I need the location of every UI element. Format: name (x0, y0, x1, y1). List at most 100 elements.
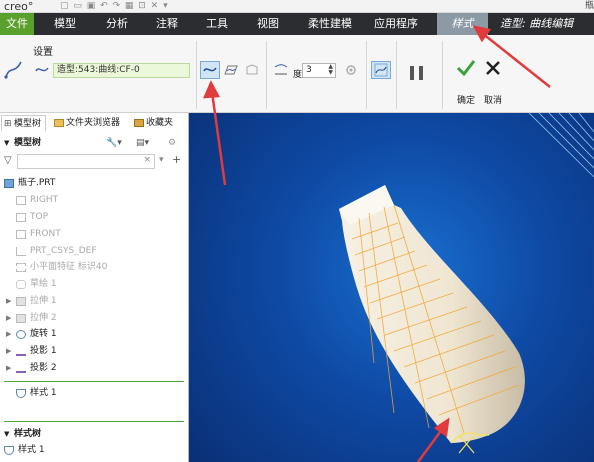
window-title: 瓶 (584, 1, 594, 11)
style-tree-title: 样式树 (14, 429, 42, 439)
divider (396, 41, 397, 109)
add-filter-icon[interactable]: + (172, 153, 181, 166)
search-options-icon[interactable]: ▾ (159, 155, 164, 165)
bottle-model (339, 113, 594, 454)
expand-icon[interactable]: ▶ (6, 326, 11, 343)
tree-item-front[interactable]: FRONT (0, 226, 188, 243)
divider (266, 41, 267, 109)
tab-folder-browser[interactable]: 文件夹浏览器 (52, 115, 128, 131)
tree-item-sketch[interactable]: 草绘 1 (0, 276, 188, 293)
tree-item-project-2[interactable]: ▶ 投影 2 (0, 360, 188, 377)
tree-search-input[interactable]: × (17, 154, 155, 169)
tree-filter-settings-icon[interactable]: ⚙ (168, 135, 176, 151)
ribbon: 设置 造型:543:曲线:CF-0 度 3 ▲▼ 确定 取消 参考 点 相切 (0, 35, 594, 148)
pause-icon (410, 66, 423, 80)
planar-curve-button[interactable] (221, 61, 241, 79)
degree-icon (274, 64, 288, 76)
tab-model-tree[interactable]: ⊞ 模型树 (1, 115, 46, 131)
tree-item-label: 旋转 1 (30, 329, 57, 339)
tab-tools[interactable]: 工具 (196, 13, 238, 35)
quick-access-toolbar[interactable]: ▢ ▭ ▣ ↶ ↷ ▦ ⊡ ✕ ▾ (60, 1, 169, 11)
tree-item-top[interactable]: TOP (0, 209, 188, 226)
tree-item-facet[interactable]: 小平面特征 标识40 (0, 259, 188, 276)
cos-curve-icon (246, 64, 258, 75)
project-curve-icon (16, 364, 26, 373)
revolve-icon (16, 330, 26, 339)
collapse-icon[interactable]: ▼ (4, 135, 9, 151)
creo-logo: creo° (4, 0, 34, 13)
tab-view[interactable]: 视图 (247, 13, 289, 35)
divider (442, 41, 443, 109)
folder-icon (54, 119, 64, 127)
expand-icon[interactable]: ▶ (6, 343, 11, 360)
tab-model[interactable]: 模型 (44, 13, 86, 35)
csys-icon (16, 247, 26, 256)
expand-icon[interactable]: ▶ (6, 310, 11, 327)
expand-icon[interactable]: ▶ (6, 360, 11, 377)
insert-here-line (4, 381, 184, 382)
close-icon (486, 61, 500, 75)
tab-flexible-modeling[interactable]: 柔性建模 (302, 13, 358, 35)
collapse-icon[interactable]: ▼ (4, 426, 9, 442)
settings-label: 设置 (33, 47, 53, 58)
expand-icon[interactable]: ▶ (6, 293, 11, 310)
tree-item-label: 样式 1 (30, 388, 57, 398)
tab-style[interactable]: 样式 (437, 13, 488, 35)
tree-item-right[interactable]: RIGHT (0, 192, 188, 209)
tree-columns-icon[interactable]: ▤▾ (136, 135, 149, 151)
style-feature-icon (4, 446, 14, 455)
style-tree-header[interactable]: ▼ 样式树 (0, 426, 188, 442)
panel-divider (4, 421, 184, 422)
tab-analysis[interactable]: 分析 (96, 13, 138, 35)
graphics-viewport[interactable] (189, 113, 594, 462)
tree-item-label: 草绘 1 (30, 279, 57, 289)
extrude-icon (16, 314, 26, 323)
spinner-arrows-icon[interactable]: ▲ ▼ (328, 64, 333, 76)
tree-settings-icon[interactable]: 🔧▾ (106, 135, 122, 151)
datum-plane-icon (16, 213, 26, 222)
checkmark-icon (456, 60, 476, 77)
point-settings-button[interactable] (341, 61, 361, 79)
tab-favorites-label: 收藏夹 (146, 118, 174, 128)
style-tree-item[interactable]: 样式 1 (0, 442, 188, 459)
free-curve-icon (203, 67, 217, 72)
tree-item-label: TOP (30, 212, 49, 222)
tree-item-csys[interactable]: PRT_CSYS_DEF (0, 243, 188, 260)
tree-item-project-1[interactable]: ▶ 投影 1 (0, 343, 188, 360)
tree-item-style[interactable]: 样式 1 (0, 385, 188, 402)
curvature-analysis-button[interactable] (371, 61, 391, 79)
cancel-button[interactable] (475, 57, 511, 97)
tree-root[interactable]: 瓶子.PRT (0, 175, 188, 192)
pause-button[interactable] (408, 65, 426, 81)
degree-spinner[interactable]: 3 ▲ ▼ (302, 63, 336, 78)
tab-applications[interactable]: 应用程序 (368, 13, 424, 35)
filter-icon[interactable]: ▽ (4, 155, 12, 166)
tree-item-label: 投影 1 (30, 346, 57, 356)
clear-search-icon[interactable]: × (143, 155, 151, 165)
title-bar: creo° ▢ ▭ ▣ ↶ ↷ ▦ ⊡ ✕ ▾ 瓶 (0, 0, 594, 13)
tree-root-label: 瓶子.PRT (18, 178, 56, 188)
cos-curve-button[interactable] (242, 61, 262, 79)
sketch-icon (16, 280, 26, 289)
tree-item-extrude-1[interactable]: ▶ 拉伸 1 (0, 293, 188, 310)
planar-curve-icon (224, 65, 238, 75)
tree-item-extrude-2[interactable]: ▶ 拉伸 2 (0, 310, 188, 327)
gear-icon (346, 65, 356, 75)
datum-plane-icon (16, 196, 26, 205)
datum-plane-icon (16, 230, 26, 239)
model-tree-title: 模型树 (14, 138, 42, 148)
tab-file[interactable]: 文件 (0, 13, 34, 35)
curve-type-icon (35, 65, 49, 75)
tab-model-tree-label: 模型树 (14, 119, 42, 129)
curvature-icon (374, 63, 388, 77)
divider (366, 41, 367, 109)
tab-favorites[interactable]: 收藏夹 (132, 115, 188, 131)
curve-selection-field[interactable]: 造型:543:曲线:CF-0 (53, 63, 190, 78)
project-curve-icon (16, 347, 26, 356)
free-curve-button[interactable] (200, 61, 220, 79)
favorites-icon (134, 119, 144, 127)
tree-item-revolve[interactable]: ▶ 旋转 1 (0, 326, 188, 343)
tab-annotate[interactable]: 注释 (146, 13, 188, 35)
model-tree-header[interactable]: ▼ 模型树 🔧▾ ▤▾ ⚙ (0, 135, 188, 151)
extrude-icon (16, 297, 26, 306)
